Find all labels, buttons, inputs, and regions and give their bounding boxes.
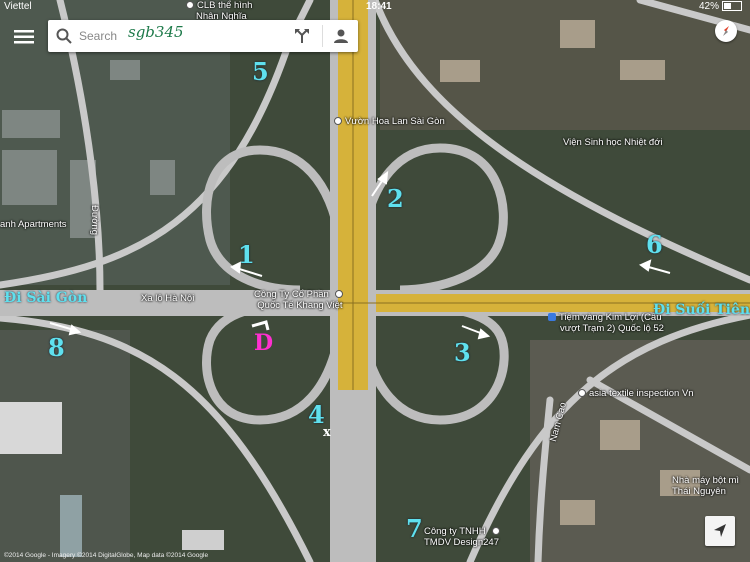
marker-d: D [254, 330, 274, 356]
status-bar: Viettel 18:41 42% [0, 0, 750, 14]
marker-x: x [323, 425, 331, 440]
place-institute[interactable]: Viện Sinh học Nhiệt đới [563, 137, 663, 148]
search-icon[interactable] [56, 28, 72, 49]
route-number-8: 8 [48, 333, 65, 362]
route-number-5: 5 [252, 57, 269, 86]
search-divider [322, 25, 323, 47]
route-number-2: 2 [387, 184, 404, 213]
battery-icon [722, 1, 742, 12]
place-pin-icon [334, 290, 343, 299]
clock: 18:41 [366, 1, 392, 12]
satellite-map[interactable] [0, 0, 750, 562]
road-label-duong: Đường [89, 205, 100, 236]
place-company-khang-viet[interactable]: Công Ty Cổ Phần Quốc Tế Khang Việt [254, 289, 346, 311]
road-label-xa-lo: Xa lộ Hà Nội [141, 293, 195, 304]
place-jewelry[interactable]: Tiệm vàng Kim Lợi (Cầu vượt Trạm 2) Quốc … [548, 312, 664, 334]
place-garden[interactable]: Vườn Hoa Lan Sài Gòn [334, 116, 445, 127]
watermark: sgb345 [128, 23, 184, 41]
route-number-3: 3 [454, 338, 471, 367]
compass-icon[interactable] [715, 20, 737, 42]
search-bar[interactable]: Search [48, 20, 358, 52]
battery-indicator: 42% [699, 0, 742, 14]
place-tmdv[interactable]: Công ty TNHH TMDV Design247 [424, 526, 503, 548]
battery-percent: 42% [698, 1, 719, 12]
route-number-7: 7 [406, 514, 423, 543]
map-attribution: ©2014 Google - Imagery ©2014 DigitalGlob… [4, 552, 209, 559]
directions-icon[interactable] [294, 28, 310, 49]
place-pin-icon [334, 117, 342, 126]
route-number-1: 1 [238, 240, 255, 269]
account-icon[interactable] [333, 28, 349, 49]
place-textile[interactable]: asia textile inspection Vn [578, 388, 694, 399]
place-pin-icon [578, 389, 586, 398]
place-pin-icon [491, 527, 500, 536]
my-location-button[interactable] [705, 516, 735, 546]
route-number-6: 6 [646, 230, 663, 259]
direction-label-suoi-tien: Đi Suối Tiên [653, 302, 750, 318]
place-factory[interactable]: Nhà máy bột mì Thái Nguyên [672, 475, 739, 497]
bus-stop-icon [548, 313, 556, 322]
place-apartments[interactable]: anh Apartments [0, 219, 67, 230]
carrier-label: Viettel [4, 1, 32, 12]
menu-icon[interactable] [14, 30, 34, 49]
search-input[interactable]: Search [79, 29, 117, 43]
direction-label-saigon: Đi Sài Gòn [4, 290, 88, 306]
